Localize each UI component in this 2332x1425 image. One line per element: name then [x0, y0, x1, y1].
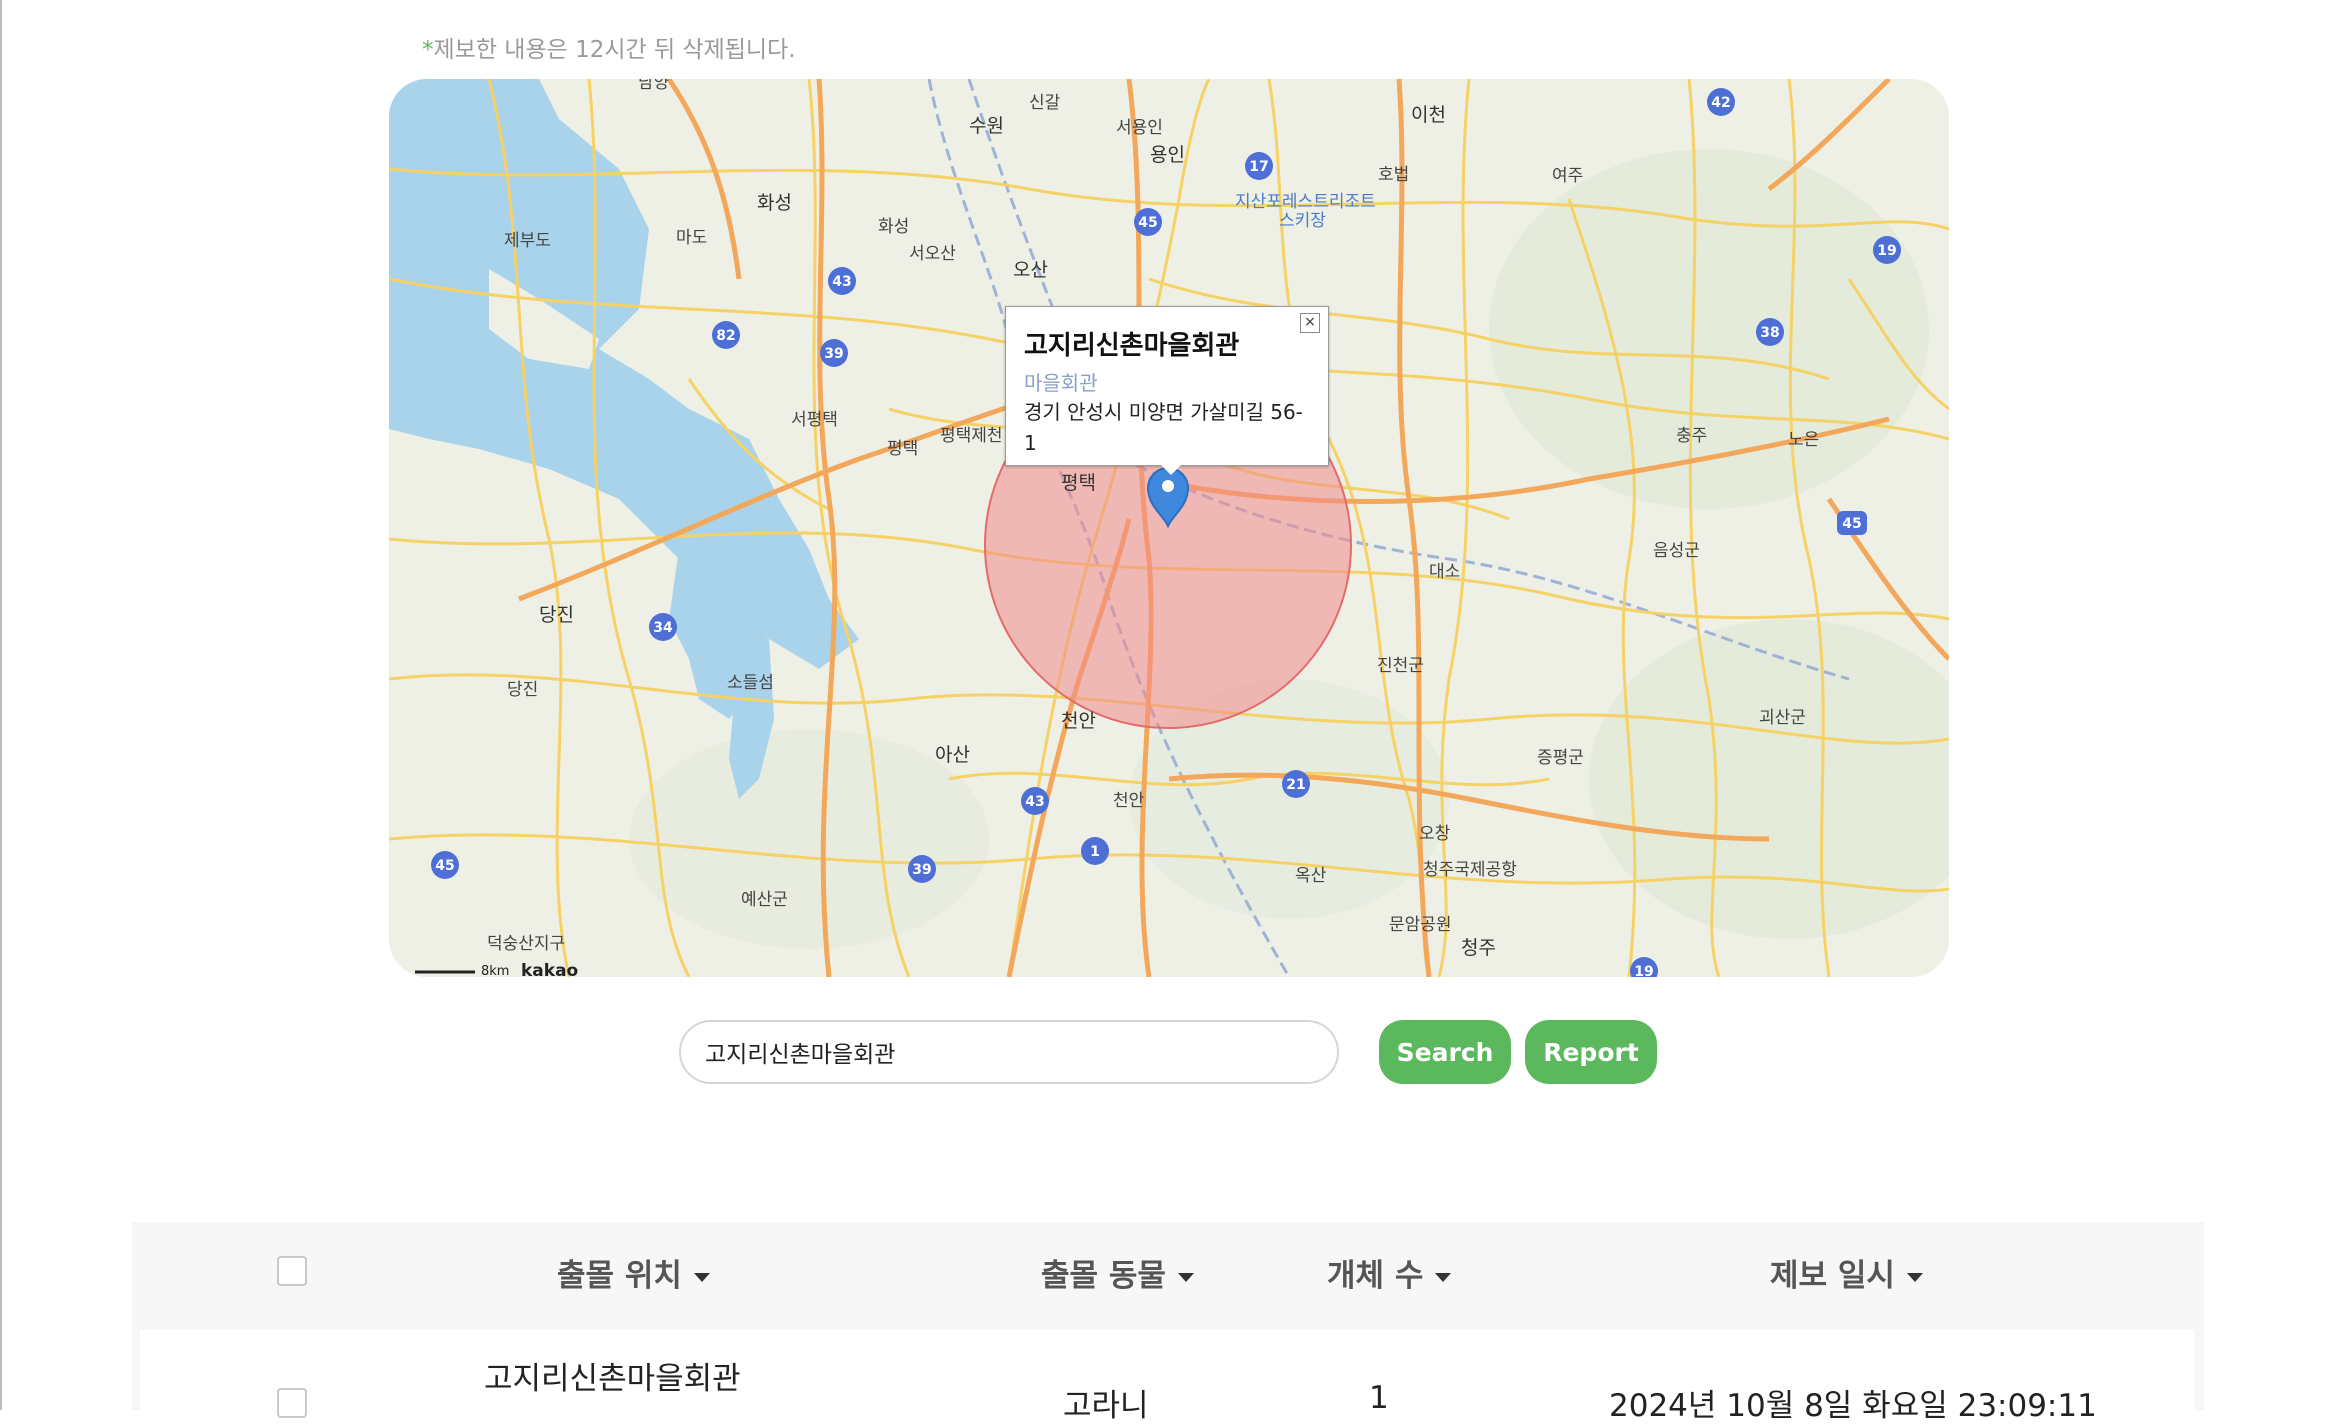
- infowindow-place-name: 고지리신촌마을회관: [1024, 331, 1240, 361]
- svg-text:오산: 오산: [1013, 259, 1048, 281]
- row-checkbox[interactable]: [277, 1388, 307, 1418]
- svg-text:수원: 수원: [969, 115, 1004, 137]
- svg-text:진천군: 진천군: [1377, 656, 1424, 676]
- svg-text:19: 19: [1877, 243, 1896, 259]
- svg-text:평택: 평택: [887, 439, 918, 459]
- svg-text:17: 17: [1249, 159, 1268, 175]
- header-count[interactable]: 개체 수: [1327, 1250, 1452, 1295]
- row-animal: 고라니: [1063, 1388, 1149, 1424]
- svg-text:괴산군: 괴산군: [1759, 708, 1806, 728]
- sort-caret-icon: [693, 1273, 710, 1282]
- svg-text:43: 43: [832, 274, 851, 290]
- svg-text:이천: 이천: [1411, 104, 1446, 126]
- svg-text:kakao: kakao: [521, 961, 578, 977]
- select-all-checkbox[interactable]: [277, 1256, 307, 1286]
- svg-text:당진: 당진: [539, 604, 574, 626]
- header-animal[interactable]: 출몰 동물: [1041, 1250, 1194, 1295]
- map[interactable]: 42 17 45 19 43 82 39 38 34 43 39 45 21 1…: [389, 79, 1949, 977]
- window-left-edge: [0, 0, 2, 1410]
- map-infowindow: × 고지리신촌마을회관 마을회관 경기 안성시 미양면 가살미길 56-1: [1005, 306, 1329, 466]
- svg-text:마도: 마도: [676, 228, 707, 248]
- svg-text:오창: 오창: [1419, 824, 1451, 844]
- sort-caret-icon: [1906, 1273, 1923, 1282]
- svg-text:21: 21: [1286, 777, 1305, 793]
- svg-text:42: 42: [1711, 95, 1730, 111]
- svg-text:평택: 평택: [1061, 472, 1096, 494]
- search-input[interactable]: [679, 1020, 1339, 1084]
- svg-text:여주: 여주: [1552, 166, 1583, 186]
- svg-text:제부도: 제부도: [504, 231, 551, 251]
- row-count: 1: [1369, 1380, 1389, 1416]
- sort-caret-icon: [1177, 1273, 1194, 1282]
- svg-text:43: 43: [1025, 794, 1044, 810]
- svg-text:화성: 화성: [878, 217, 909, 237]
- svg-text:화성: 화성: [757, 192, 792, 214]
- svg-text:82: 82: [716, 328, 735, 344]
- delete-notice: *제보한 내용은 12시간 뒤 삭제됩니다.: [422, 37, 796, 63]
- svg-text:청주국제공항: 청주국제공항: [1423, 860, 1517, 880]
- search-button[interactable]: Search: [1379, 1020, 1511, 1084]
- svg-text:스키장: 스키장: [1279, 211, 1326, 231]
- svg-text:45: 45: [1138, 215, 1157, 231]
- svg-text:남양: 남양: [638, 79, 669, 93]
- svg-text:19: 19: [1634, 964, 1653, 977]
- svg-text:소들섬: 소들섬: [727, 673, 774, 693]
- svg-text:충주: 충주: [1676, 426, 1707, 446]
- infowindow-close-icon[interactable]: ×: [1300, 313, 1320, 333]
- svg-text:평택제천: 평택제천: [940, 426, 1003, 446]
- svg-text:천안: 천안: [1061, 710, 1096, 732]
- svg-text:45: 45: [435, 858, 454, 874]
- report-button[interactable]: Report: [1525, 1020, 1657, 1084]
- svg-text:1: 1: [1090, 844, 1100, 860]
- header-location[interactable]: 출몰 위치: [557, 1250, 710, 1295]
- svg-text:신갈: 신갈: [1029, 93, 1061, 113]
- svg-text:대소: 대소: [1429, 562, 1460, 582]
- svg-text:서평택: 서평택: [791, 410, 838, 430]
- svg-text:서용인: 서용인: [1116, 118, 1163, 138]
- svg-text:39: 39: [824, 346, 843, 362]
- svg-text:45: 45: [1842, 516, 1861, 532]
- svg-text:아산: 아산: [935, 744, 970, 766]
- infowindow-category: 마을회관: [1024, 371, 1098, 395]
- svg-text:청주: 청주: [1461, 937, 1496, 959]
- infowindow-address: 경기 안성시 미양면 가살미길 56-1: [1024, 400, 1303, 455]
- svg-text:옥산: 옥산: [1295, 866, 1327, 886]
- svg-text:39: 39: [912, 862, 931, 878]
- svg-text:덕숭산지구: 덕숭산지구: [487, 934, 565, 954]
- svg-text:문암공원: 문암공원: [1389, 915, 1452, 935]
- svg-text:8km: 8km: [481, 964, 509, 977]
- header-date[interactable]: 제보 일시: [1770, 1250, 1923, 1295]
- svg-text:38: 38: [1760, 325, 1779, 341]
- svg-text:34: 34: [653, 620, 673, 636]
- sort-caret-icon: [1435, 1273, 1452, 1282]
- svg-text:음성군: 음성군: [1653, 541, 1700, 561]
- svg-text:서오산: 서오산: [909, 244, 956, 264]
- svg-text:노은: 노은: [1788, 430, 1819, 450]
- svg-text:증평군: 증평군: [1537, 748, 1584, 768]
- svg-text:용인: 용인: [1150, 144, 1185, 166]
- row-location: 고지리신촌마을회관: [484, 1361, 741, 1397]
- svg-text:당진: 당진: [507, 680, 538, 700]
- row-date: 2024년 10월 8일 화요일 23:09:11: [1609, 1388, 2097, 1424]
- svg-text:호법: 호법: [1378, 165, 1409, 185]
- svg-text:예산군: 예산군: [741, 890, 788, 910]
- svg-text:천안: 천안: [1113, 791, 1145, 811]
- svg-text:지산포레스트리조트: 지산포레스트리조트: [1235, 192, 1376, 212]
- infowindow-tail: [1160, 464, 1182, 475]
